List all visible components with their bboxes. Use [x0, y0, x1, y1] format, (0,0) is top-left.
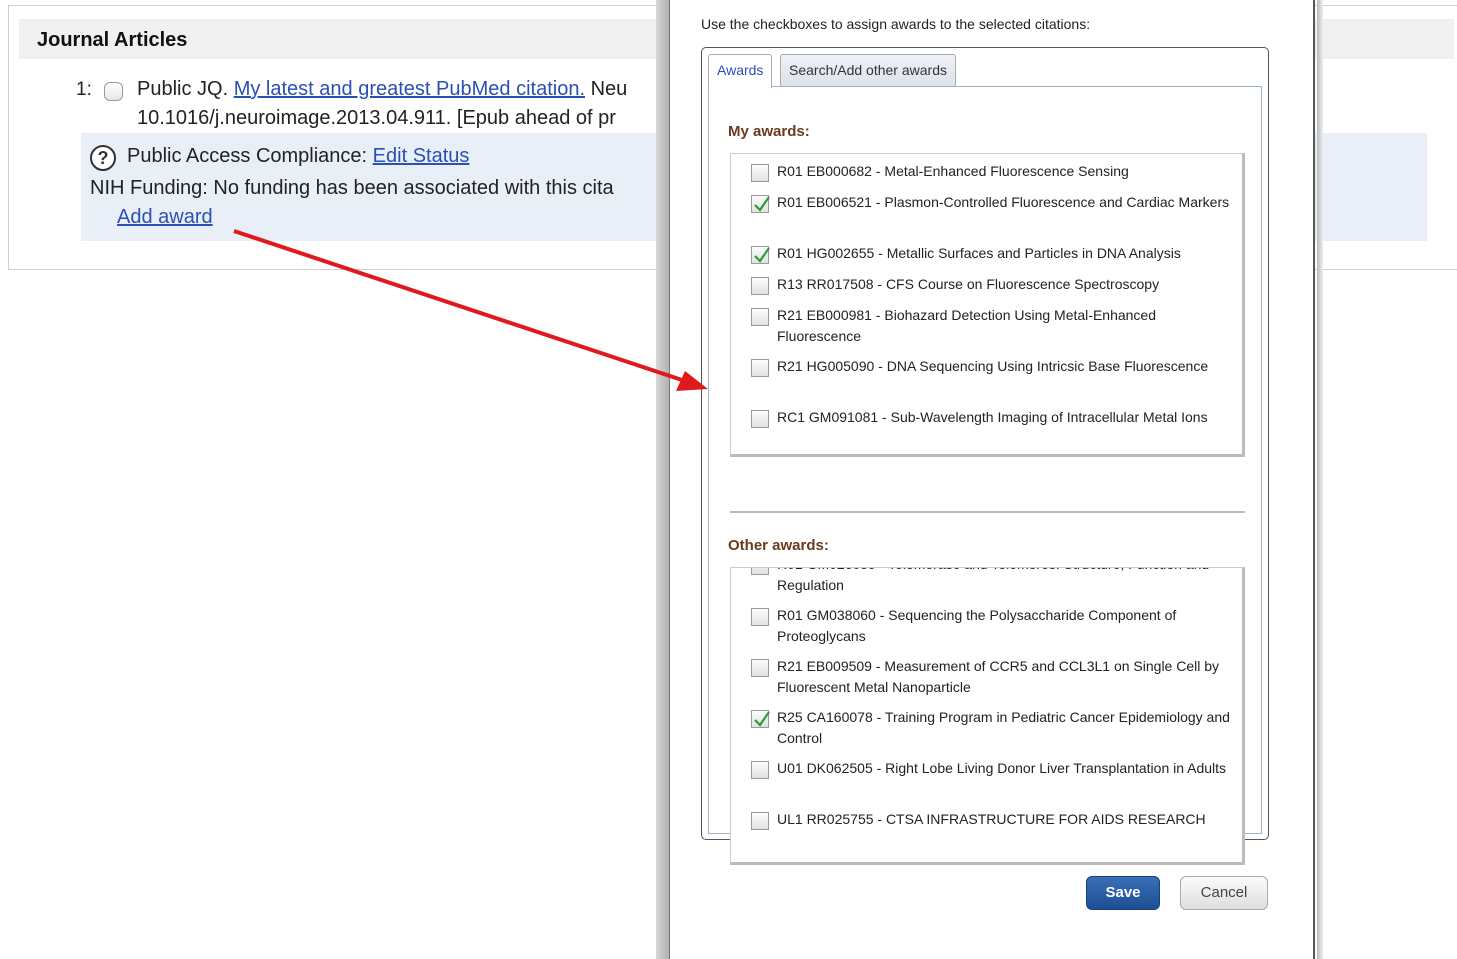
award-checkbox[interactable] — [751, 812, 769, 830]
citation-doi: 10.1016/j.neuroimage.2013.04.911. [Epub … — [137, 107, 616, 129]
save-button[interactable]: Save — [1086, 876, 1160, 910]
section-divider — [730, 511, 1245, 513]
award-checkbox[interactable] — [751, 568, 769, 575]
award-label: R01 GM038060 - Sequencing the Polysaccha… — [777, 607, 1177, 644]
tab-awards[interactable]: Awards — [708, 54, 773, 88]
edit-status-link[interactable]: Edit Status — [373, 145, 470, 167]
awards-tab-panel: My awards: R01 EB000682 - Metal-Enhanced… — [708, 86, 1262, 865]
my-awards-list[interactable]: R01 EB000682 - Metal-Enhanced Fluorescen… — [730, 153, 1245, 457]
award-checkbox[interactable] — [751, 608, 769, 626]
tabs-frame: Awards Search/Add other awards My awards… — [701, 47, 1269, 865]
section-title: Journal Articles — [37, 29, 188, 51]
award-label: R01 EB006521 - Plasmon-Controlled Fluore… — [777, 194, 1230, 210]
award-label: R25 CA160078 - Training Program in Pedia… — [777, 709, 1230, 746]
tab-search-add-other-awards[interactable]: Search/Add other awards — [780, 54, 956, 87]
award-checkbox[interactable] — [751, 277, 769, 295]
compliance-label: Public Access Compliance: — [127, 145, 368, 167]
award-checkbox[interactable] — [751, 246, 770, 264]
compliance-line: Public Access Compliance: Edit Status — [127, 145, 469, 168]
citation-checkbox[interactable] — [104, 82, 123, 101]
funding-text: NIH Funding: No funding has been associa… — [90, 177, 614, 199]
dialog-left-border — [656, 0, 670, 959]
award-label: R21 HG005090 - DNA Sequencing Using Intr… — [777, 358, 1209, 374]
my-awards-title: My awards: — [728, 123, 810, 140]
award-label: R01 HG002655 - Metallic Surfaces and Par… — [777, 245, 1181, 261]
citation-title-link[interactable]: My latest and greatest PubMed citation. — [234, 78, 585, 100]
question-circle-icon[interactable]: ? — [90, 145, 116, 171]
award-label: R01 EB000682 - Metal-Enhanced Fluorescen… — [777, 163, 1129, 179]
citation-line-1: Public JQ. My latest and greatest PubMed… — [137, 78, 627, 101]
award-label: R01 GM026059 - Telomerase and Telomeres:… — [777, 568, 1209, 593]
checkmark-icon — [754, 196, 770, 212]
award-label: UL1 RR025755 - CTSA INFRASTRUCTURE FOR A… — [777, 811, 1206, 827]
other-awards-list[interactable]: R01 GM026059 - Telomerase and Telomeres:… — [730, 567, 1245, 865]
cancel-button[interactable]: Cancel — [1180, 876, 1268, 910]
citation-journal: Neu — [590, 78, 628, 100]
award-checkbox[interactable] — [751, 308, 769, 326]
award-label: R21 EB009509 - Measurement of CCR5 and C… — [777, 658, 1220, 695]
award-checkbox[interactable] — [751, 761, 769, 779]
award-label: R21 EB000981 - Biohazard Detection Using… — [777, 307, 1157, 344]
award-checkbox[interactable] — [751, 164, 769, 182]
assign-awards-dialog: Use the checkboxes to assign awards to t… — [670, 0, 1315, 959]
add-award-link[interactable]: Add award — [117, 206, 213, 229]
award-checkbox[interactable] — [751, 195, 770, 213]
award-checkbox[interactable] — [751, 410, 769, 428]
award-label: U01 DK062505 - Right Lobe Living Donor L… — [777, 760, 1227, 776]
dialog-right-edge — [1317, 0, 1323, 959]
award-label: RC1 GM091081 - Sub-Wavelength Imaging of… — [777, 409, 1208, 425]
checkmark-icon — [754, 247, 770, 263]
other-awards-title: Other awards: — [728, 537, 829, 554]
citation-author: Public JQ. — [137, 78, 229, 100]
checkmark-icon — [754, 711, 770, 727]
award-checkbox[interactable] — [751, 710, 770, 728]
award-checkbox[interactable] — [751, 659, 769, 677]
dialog-intro: Use the checkboxes to assign awards to t… — [701, 16, 1091, 32]
award-label: R13 RR017508 - CFS Course on Fluorescenc… — [777, 276, 1160, 292]
award-checkbox[interactable] — [751, 359, 769, 377]
citation-number: 1: — [76, 79, 92, 100]
